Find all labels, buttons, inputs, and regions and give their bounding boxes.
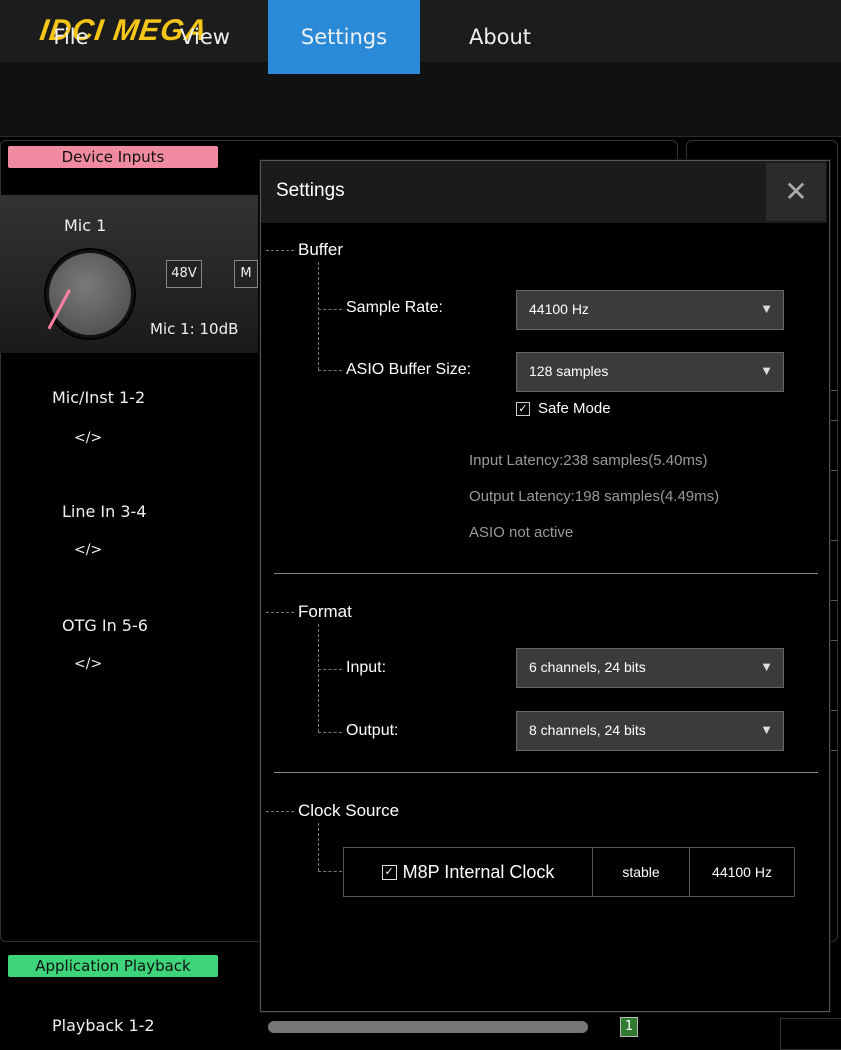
sample-rate-select[interactable]: 44100 Hz ▼ [516, 290, 784, 330]
mic1-gain-readout: Mic 1: 10dB [150, 320, 239, 338]
asio-buffer-size-label: ASIO Buffer Size: [346, 361, 472, 378]
buffer-group-title: Buffer [298, 240, 344, 259]
close-icon[interactable]: ✕ [766, 163, 826, 221]
asio-status-text: ASIO not active [469, 524, 574, 541]
format-group-title: Format [298, 602, 352, 621]
input-format-label: Input: [346, 659, 387, 676]
input-format-value: 6 channels, 24 bits [529, 659, 646, 675]
playback-1-2: Playback 1-2 [52, 1016, 155, 1035]
right-bottom-box [780, 1018, 841, 1050]
channel-line-in-3-4: Line In 3-4 [62, 502, 147, 521]
phantom-48v-button[interactable]: 48V [166, 260, 202, 288]
tree-line [318, 669, 342, 670]
asio-buffer-size-select[interactable]: 128 samples ▼ [516, 352, 784, 392]
playback-slider[interactable] [268, 1021, 588, 1033]
sample-rate-label: Sample Rate: [346, 299, 443, 316]
output-format-select[interactable]: 8 channels, 24 bits ▼ [516, 711, 784, 751]
device-inputs-label: Device Inputs [8, 146, 218, 168]
sample-rate-value: 44100 Hz [529, 301, 589, 317]
output-latency-text: Output Latency:198 samples(4.49ms) [469, 488, 720, 505]
channel-mic-inst-1-2: Mic/Inst 1-2 [52, 388, 146, 407]
dropdown-arrow-icon: ▼ [760, 659, 773, 674]
menu-view[interactable]: View [142, 0, 268, 74]
checkbox-icon[interactable]: ✓ [381, 864, 397, 880]
tree-line [318, 262, 319, 370]
tree-line [318, 823, 319, 871]
divider [274, 772, 818, 773]
tree-line [318, 871, 342, 872]
output-format-label: Output: [346, 722, 399, 739]
link-icon[interactable]: </> [74, 656, 102, 672]
application-playback-label: Application Playback [8, 955, 218, 977]
tree-line [318, 732, 342, 733]
clock-status: stable [593, 848, 690, 896]
tree-line [266, 811, 294, 812]
tree-line [318, 309, 342, 310]
checkbox-icon: ✓ [516, 401, 530, 416]
output-format-value: 8 channels, 24 bits [529, 722, 646, 738]
tree-line [266, 250, 294, 251]
mute-button[interactable]: M [234, 260, 258, 288]
menu-file[interactable]: File [0, 0, 142, 74]
dropdown-arrow-icon: ▼ [760, 363, 773, 378]
divider [274, 573, 818, 574]
tree-line [318, 624, 319, 732]
clock-name: M8P Internal Clock [402, 862, 555, 882]
clock-source-group-title: Clock Source [298, 801, 400, 820]
menu-settings[interactable]: Settings [268, 0, 420, 74]
menu-about[interactable]: About [420, 0, 580, 74]
tree-line [266, 612, 294, 613]
asio-buffer-size-value: 128 samples [529, 363, 609, 379]
clock-name-cell: ✓ M8P Internal Clock [344, 848, 593, 896]
safe-mode-checkbox[interactable]: ✓ Safe Mode [516, 400, 611, 417]
channel-otg-in-5-6: OTG In 5-6 [62, 616, 148, 635]
clock-source-row[interactable]: ✓ M8P Internal Clock stable 44100 Hz [343, 847, 795, 897]
input-latency-text: Input Latency:238 samples(5.40ms) [469, 452, 708, 469]
input-format-select[interactable]: 6 channels, 24 bits ▼ [516, 648, 784, 688]
tree-line [318, 370, 342, 371]
mic1-name: Mic 1 [64, 216, 107, 235]
safe-mode-label: Safe Mode [538, 400, 611, 417]
dialog-header [261, 161, 827, 223]
mic1-gain-knob[interactable] [46, 250, 134, 338]
playback-indicator: 1 [620, 1017, 638, 1037]
link-icon[interactable]: </> [74, 430, 102, 446]
dropdown-arrow-icon: ▼ [760, 301, 773, 316]
dropdown-arrow-icon: ▼ [760, 722, 773, 737]
dialog-title: Settings [276, 180, 345, 201]
clock-rate: 44100 Hz [712, 864, 772, 880]
link-icon[interactable]: </> [74, 542, 102, 558]
